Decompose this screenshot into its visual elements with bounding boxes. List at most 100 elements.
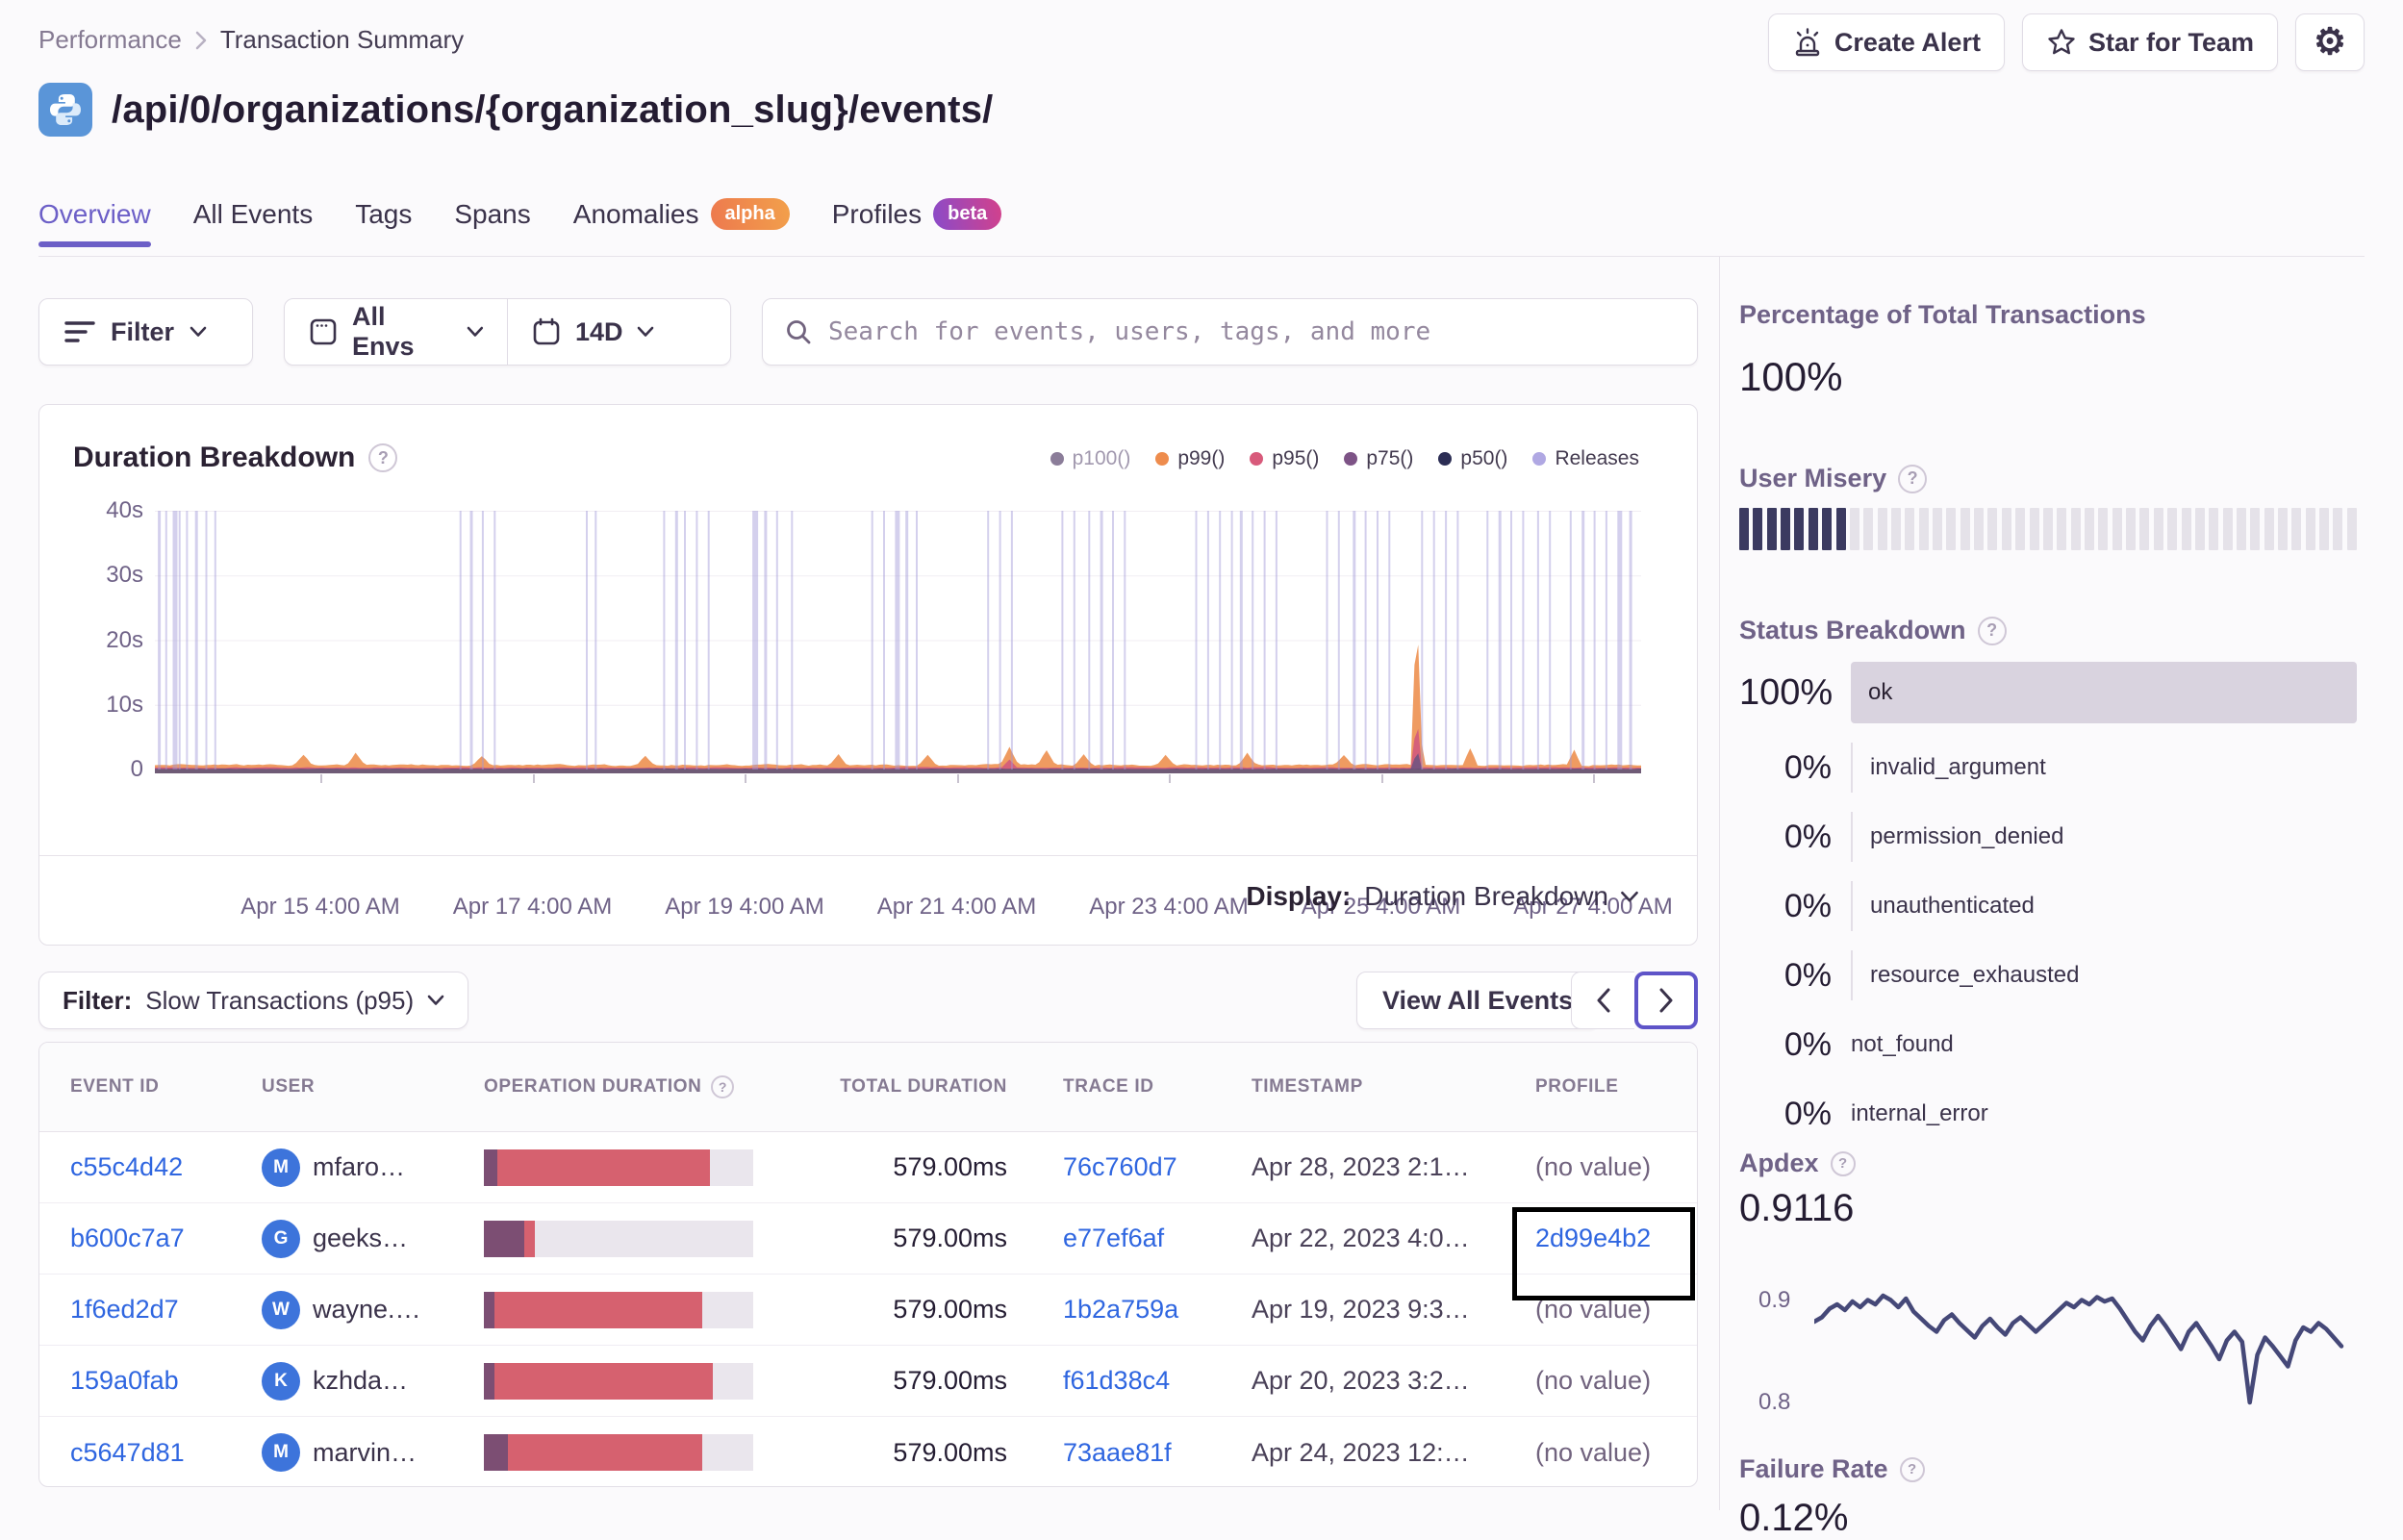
- search-bar: [762, 298, 1698, 366]
- summary-sidebar: Percentage of Total Transactions 100% Us…: [1739, 0, 2359, 1539]
- help-icon[interactable]: ?: [711, 1075, 735, 1098]
- timestamp-cell: Apr 24, 2023 12:…: [1252, 1437, 1470, 1467]
- previous-page-button[interactable]: [1571, 972, 1634, 1029]
- filter-dropdown-button[interactable]: Filter: [38, 298, 253, 366]
- chevron-down-icon: [467, 326, 484, 337]
- timestamp-cell: Apr 19, 2023 9:3…: [1252, 1295, 1470, 1324]
- transactions-filter-value: Slow Transactions (p95): [145, 985, 415, 1015]
- profile-cell: (no value): [1535, 1438, 1666, 1468]
- bar-segment-purple: [484, 1291, 495, 1328]
- view-all-events-button[interactable]: View All Events: [1356, 972, 1600, 1029]
- profile-cell: 2d99e4b2: [1535, 1224, 1666, 1253]
- help-icon[interactable]: ?: [1977, 616, 2007, 645]
- failure-rate-value: 0.12%: [1739, 1497, 1849, 1539]
- misery-segment: [1808, 508, 1818, 550]
- chevron-down-icon: [637, 326, 653, 337]
- x-tick-label: Apr 15 4:00 AM: [240, 894, 400, 920]
- legend-item-p75[interactable]: p75(): [1344, 447, 1413, 470]
- search-input[interactable]: [828, 317, 1676, 346]
- status-percent: 0%: [1783, 818, 1832, 855]
- misery-segment: [2139, 508, 2150, 550]
- misery-segment: [1863, 508, 1874, 550]
- legend-label: p50(): [1460, 447, 1508, 469]
- status-zone: invalid_argument: [1851, 743, 2357, 793]
- profile-cell: (no value): [1535, 1152, 1666, 1182]
- misery-segment: [1890, 508, 1901, 550]
- event-id-link[interactable]: 159a0fab: [70, 1366, 179, 1396]
- event-id-link[interactable]: c5647d81: [70, 1438, 185, 1468]
- legend-item-p50[interactable]: p50(): [1438, 447, 1507, 470]
- user-avatar: W: [262, 1290, 300, 1329]
- tab-label: Overview: [38, 198, 151, 229]
- trace-id-link[interactable]: f61d38c4: [1063, 1366, 1170, 1396]
- help-icon[interactable]: ?: [1830, 1150, 1856, 1176]
- profile-link[interactable]: 2d99e4b2: [1535, 1224, 1651, 1253]
- trace-id-link[interactable]: 1b2a759a: [1063, 1295, 1178, 1325]
- tab-spans[interactable]: Spans: [454, 199, 530, 247]
- calendar-icon: [531, 316, 562, 347]
- status-zone: internal_error: [1851, 1089, 2357, 1139]
- legend-item-p100[interactable]: p100(): [1050, 447, 1130, 470]
- event-id-link[interactable]: c55c4d42: [70, 1152, 183, 1182]
- pct-total-value: 100%: [1739, 354, 1843, 399]
- trace-id-link[interactable]: e77ef6af: [1063, 1224, 1164, 1253]
- date-range-selector[interactable]: 14D: [508, 299, 730, 365]
- legend-label: p95(): [1272, 447, 1320, 469]
- tab-overview[interactable]: Overview: [38, 199, 151, 247]
- status-label: not_found: [1851, 1031, 1954, 1057]
- trace-id-link[interactable]: 76c760d7: [1063, 1152, 1177, 1182]
- transactions-filter-label: Filter:: [63, 985, 133, 1015]
- duration-breakdown-chart[interactable]: [155, 511, 1641, 773]
- tab-profiles[interactable]: Profiles beta: [832, 198, 1002, 247]
- legend-item-p95[interactable]: p95(): [1250, 447, 1319, 470]
- total-duration-cell: 579.00ms: [893, 1366, 1007, 1395]
- operation-duration-cell: [484, 1362, 761, 1400]
- tab-anomalies[interactable]: Anomalies alpha: [573, 198, 790, 247]
- bar-segment-red: [494, 1362, 713, 1400]
- misery-segment: [2057, 508, 2067, 550]
- help-icon[interactable]: ?: [1898, 464, 1928, 493]
- misery-segment: [1835, 508, 1846, 550]
- misery-segment: [2070, 508, 2081, 550]
- display-label: Display:: [1246, 881, 1352, 911]
- filter-label: Filter: [111, 316, 175, 346]
- tab-tags[interactable]: Tags: [355, 199, 412, 247]
- chart-legend: p100() p99() p95() p75() p50() Releases: [1050, 447, 1639, 470]
- misery-segment: [1987, 508, 1998, 550]
- help-icon[interactable]: ?: [368, 443, 398, 472]
- next-page-button[interactable]: [1634, 972, 1698, 1029]
- tab-all-events[interactable]: All Events: [193, 199, 314, 247]
- search-icon: [784, 317, 813, 346]
- y-tick-label: 40s: [106, 497, 143, 523]
- pct-total-heading: Percentage of Total Transactions: [1739, 300, 2146, 329]
- event-id-link[interactable]: b600c7a7: [70, 1224, 185, 1253]
- misery-segment: [1974, 508, 1985, 550]
- column-header-label: TRACE ID: [1063, 1076, 1154, 1097]
- apdex-y-top-label: 0.9: [1758, 1287, 1791, 1313]
- status-ok-bar[interactable]: ok: [1851, 662, 2357, 723]
- chevron-down-icon: [190, 326, 207, 337]
- legend-dot: [1250, 452, 1264, 466]
- profile-no-value: (no value): [1535, 1152, 1652, 1181]
- environment-selector[interactable]: All Envs: [285, 299, 507, 365]
- breadcrumb-performance[interactable]: Performance: [38, 25, 182, 55]
- transactions-filter-dropdown[interactable]: Filter: Slow Transactions (p95): [38, 972, 469, 1029]
- help-icon[interactable]: ?: [1899, 1456, 1925, 1482]
- legend-item-Releases[interactable]: Releases: [1532, 447, 1639, 470]
- tab-label: All Events: [192, 198, 314, 229]
- user-avatar: K: [262, 1361, 300, 1401]
- breadcrumb-chevron-icon: [195, 31, 207, 50]
- misery-segment: [2126, 508, 2137, 550]
- legend-dot: [1532, 452, 1547, 466]
- misery-segment: [2029, 508, 2039, 550]
- legend-item-p99[interactable]: p99(): [1155, 447, 1225, 470]
- status-label: permission_denied: [1851, 812, 2063, 862]
- x-tick: [532, 774, 535, 783]
- bar-segment-red: [494, 1291, 702, 1328]
- view-all-events-wrap: View All Events: [1356, 972, 1600, 1029]
- event-id-link[interactable]: 1f6ed2d7: [70, 1295, 179, 1325]
- display-dropdown[interactable]: Duration Breakdown: [1364, 881, 1639, 912]
- trace-id-link[interactable]: 73aae81f: [1063, 1438, 1172, 1468]
- timestamp-cell: Apr 20, 2023 3:2…: [1252, 1366, 1470, 1395]
- total-duration-cell: 579.00ms: [893, 1295, 1007, 1324]
